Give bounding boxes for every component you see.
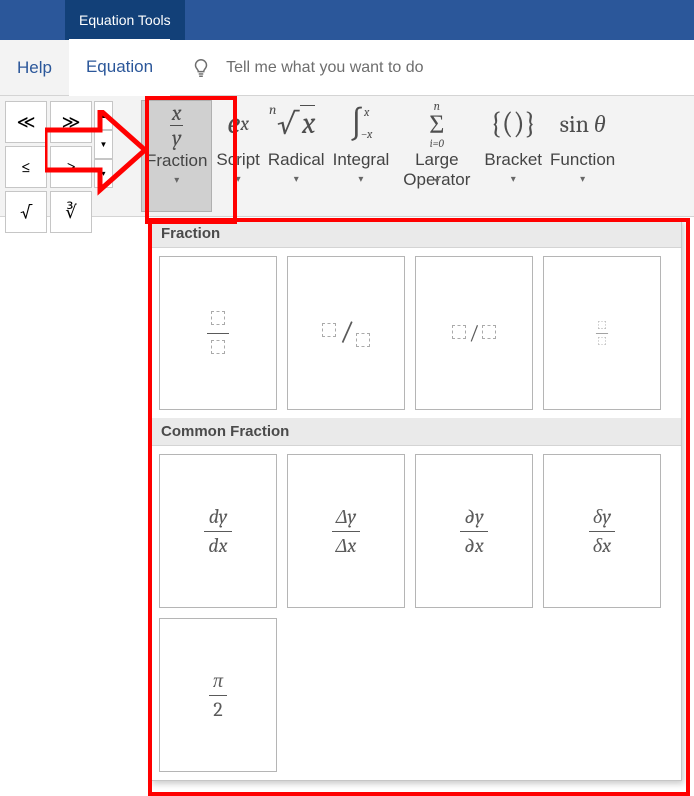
title-bar: Equation Tools (0, 0, 694, 40)
function-button[interactable]: sin θ Function ▾ (546, 100, 619, 210)
bracket-icon: {()} (490, 100, 536, 148)
tell-me-placeholder: Tell me what you want to do (226, 59, 423, 77)
large-operator-button[interactable]: n Σ i=0 Large Operator ▾ (393, 100, 480, 210)
bracket-button[interactable]: {()} Bracket ▾ (480, 100, 546, 210)
fraction-small[interactable] (543, 256, 661, 410)
function-icon: sin θ (560, 100, 606, 148)
common-dy-dx[interactable]: dydx (159, 454, 277, 608)
common-smalldeltay-smalldeltax[interactable]: δyδx (543, 454, 661, 608)
fraction-dropdown: Fraction ⁄ / Common Fraction dydx ΔyΔx ∂… (150, 219, 682, 781)
dropdown-section-common: Common Fraction (151, 418, 681, 446)
bracket-label: Bracket (484, 150, 542, 170)
common-deltay-deltax[interactable]: ΔyΔx (287, 454, 405, 608)
fraction-icon: x y (170, 101, 184, 149)
tab-help[interactable]: Help (0, 40, 69, 95)
chevron-down-icon: ▾ (434, 176, 439, 187)
lightbulb-icon (190, 57, 212, 79)
chevron-down-icon: ▾ (236, 174, 241, 185)
fraction-stacked[interactable] (159, 256, 277, 410)
symbol-much-less[interactable]: ≪ (5, 101, 47, 143)
chevron-down-icon: ▾ (294, 174, 299, 185)
fraction-skewed[interactable]: ⁄ (287, 256, 405, 410)
symbol-scroll-down[interactable]: ▼ (94, 130, 113, 159)
chevron-down-icon: ▾ (174, 175, 179, 186)
tell-me-search[interactable]: Tell me what you want to do (190, 57, 423, 79)
symbol-more[interactable]: ▾ (94, 159, 113, 188)
dropdown-section-fraction: Fraction (151, 220, 681, 248)
script-icon: ex (227, 100, 249, 148)
symbol-cbrt[interactable]: ∛ (50, 191, 92, 233)
structures-group: x y Fraction ▾ ex Script ▾ n√x Radical ▾… (141, 96, 619, 216)
symbol-scroll-up[interactable]: ▲ (94, 101, 113, 130)
symbol-much-greater[interactable]: ≫ (50, 101, 92, 143)
integral-button[interactable]: ∫x−x Integral ▾ (329, 100, 394, 210)
radical-button[interactable]: n√x Radical ▾ (264, 100, 329, 210)
symbol-greater-equal[interactable]: ≥ (50, 146, 92, 188)
symbol-sqrt[interactable]: √ (5, 191, 47, 233)
common-pi-over-2[interactable]: π2 (159, 618, 277, 772)
equation-tools-tab: Equation Tools (65, 0, 185, 40)
fraction-label: Fraction (146, 151, 207, 171)
symbol-group: ≪ ≤ √ ≫ ≥ ∛ ▲ ▼ ▾ (0, 96, 113, 216)
ribbon: ≪ ≤ √ ≫ ≥ ∛ ▲ ▼ ▾ x y Fraction ▾ (0, 96, 694, 217)
chevron-down-icon: ▾ (358, 174, 363, 185)
script-label: Script (216, 150, 259, 170)
ribbon-tabs: Help Equation Tell me what you want to d… (0, 40, 694, 96)
chevron-down-icon: ▾ (580, 174, 585, 185)
radical-icon: n√x (277, 100, 315, 148)
integral-icon: ∫x−x (350, 100, 373, 148)
script-button[interactable]: ex Script ▾ (212, 100, 263, 210)
tab-equation[interactable]: Equation (69, 39, 170, 96)
fraction-linear[interactable]: / (415, 256, 533, 410)
common-partialy-partialx[interactable]: ∂y∂x (415, 454, 533, 608)
sigma-icon: n Σ i=0 (429, 100, 444, 148)
chevron-down-icon: ▾ (511, 174, 516, 185)
radical-label: Radical (268, 150, 325, 170)
function-label: Function (550, 150, 615, 170)
fraction-button[interactable]: x y Fraction ▾ (141, 100, 212, 212)
integral-label: Integral (333, 150, 390, 170)
symbol-less-equal[interactable]: ≤ (5, 146, 47, 188)
